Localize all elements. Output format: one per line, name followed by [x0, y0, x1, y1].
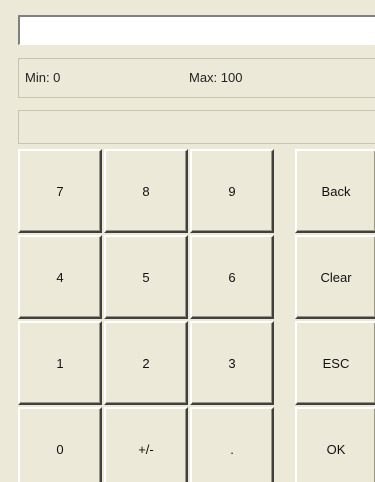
key-0[interactable]: 0 — [18, 407, 102, 482]
max-label: Max: 100 — [189, 70, 243, 85]
key-5[interactable]: 5 — [104, 235, 188, 319]
range-panel: Min: 0 Max: 100 — [18, 58, 375, 98]
value-input[interactable] — [18, 15, 375, 45]
numeric-keypad-dialog: Min: 0 Max: 100 7 8 9 Back 4 5 6 Clear 1… — [10, 0, 375, 482]
back-button[interactable]: Back — [295, 149, 375, 233]
min-label: Min: 0 — [25, 70, 61, 85]
key-2[interactable]: 2 — [104, 321, 188, 405]
key-8[interactable]: 8 — [104, 149, 188, 233]
clear-button[interactable]: Clear — [295, 235, 375, 319]
ok-button[interactable]: OK — [295, 407, 375, 482]
key-7[interactable]: 7 — [18, 149, 102, 233]
key-9[interactable]: 9 — [190, 149, 274, 233]
sign-toggle-button[interactable]: +/- — [104, 407, 188, 482]
key-3[interactable]: 3 — [190, 321, 274, 405]
message-panel — [18, 110, 375, 144]
esc-button[interactable]: ESC — [295, 321, 375, 405]
key-1[interactable]: 1 — [18, 321, 102, 405]
key-4[interactable]: 4 — [18, 235, 102, 319]
key-6[interactable]: 6 — [190, 235, 274, 319]
decimal-point-button[interactable]: . — [190, 407, 274, 482]
